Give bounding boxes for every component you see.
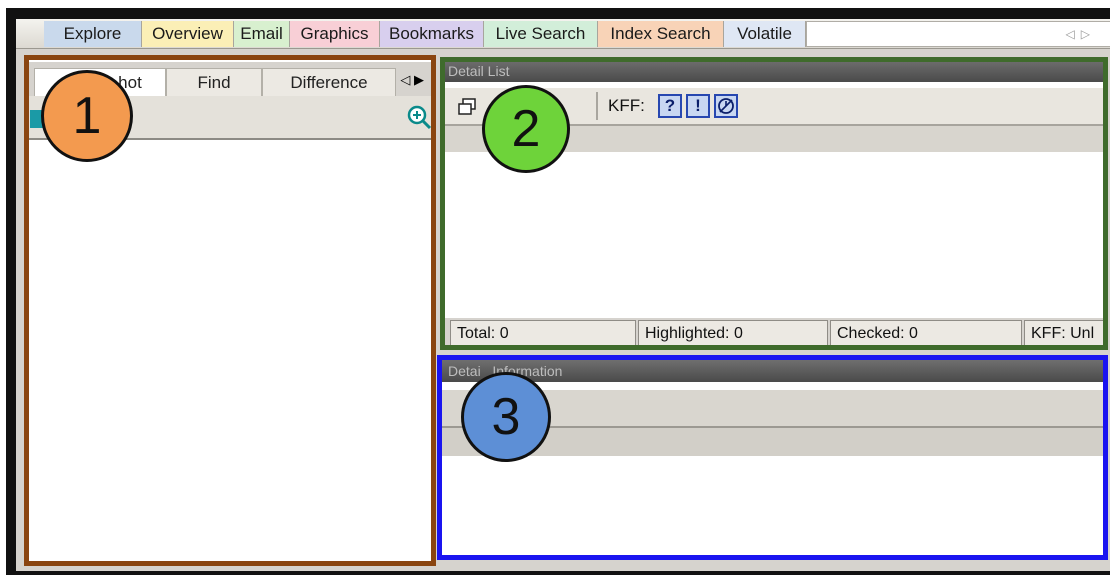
tab-difference[interactable]: Difference bbox=[262, 68, 396, 96]
tab-graphics[interactable]: Graphics bbox=[290, 21, 380, 47]
tab-find[interactable]: Find bbox=[166, 68, 262, 96]
status-highlighted: Highlighted: 0 bbox=[638, 320, 828, 346]
tab-email[interactable]: Email bbox=[234, 21, 290, 47]
kff-unknown-button[interactable]: ? bbox=[658, 94, 682, 118]
tab-explore[interactable]: Explore bbox=[44, 21, 142, 47]
tab-scroll-arrows[interactable]: ◁▷ bbox=[1066, 21, 1096, 47]
tab-overview[interactable]: Overview bbox=[142, 21, 234, 47]
copy-icon[interactable] bbox=[456, 96, 478, 118]
clock-slash-icon bbox=[718, 98, 734, 114]
tab-volatile[interactable]: Volatile bbox=[724, 21, 806, 47]
annotation-marker-1: 1 bbox=[41, 70, 133, 162]
tab-live-search[interactable]: Live Search bbox=[484, 21, 598, 47]
toolbar-separator bbox=[596, 92, 598, 120]
annotation-marker-3: 3 bbox=[461, 372, 551, 462]
status-bar: Total: 0 Highlighted: 0 Checked: 0 KFF: … bbox=[442, 318, 1106, 348]
kff-alert-button[interactable]: ! bbox=[686, 94, 710, 118]
tab-index-search[interactable]: Index Search bbox=[598, 21, 724, 47]
kff-label: KFF: bbox=[608, 96, 645, 115]
status-total: Total: 0 bbox=[450, 320, 636, 346]
tab-bookmarks[interactable]: Bookmarks bbox=[380, 21, 484, 47]
tab-strip-empty-area bbox=[806, 21, 1110, 47]
annotation-marker-2: 2 bbox=[482, 85, 570, 173]
status-kff: KFF: Unl bbox=[1024, 320, 1106, 346]
zoom-in-icon[interactable] bbox=[406, 104, 432, 130]
main-tab-strip: Explore Overview Email Graphics Bookmark… bbox=[16, 19, 1110, 49]
left-tab-scroll-arrows[interactable]: ◁ ▶ bbox=[400, 72, 424, 88]
status-checked: Checked: 0 bbox=[830, 320, 1022, 346]
detail-information-header: Detai Information bbox=[442, 360, 1104, 382]
kff-ignore-button[interactable] bbox=[714, 94, 738, 118]
detail-list-header: Detail List bbox=[442, 60, 1106, 82]
